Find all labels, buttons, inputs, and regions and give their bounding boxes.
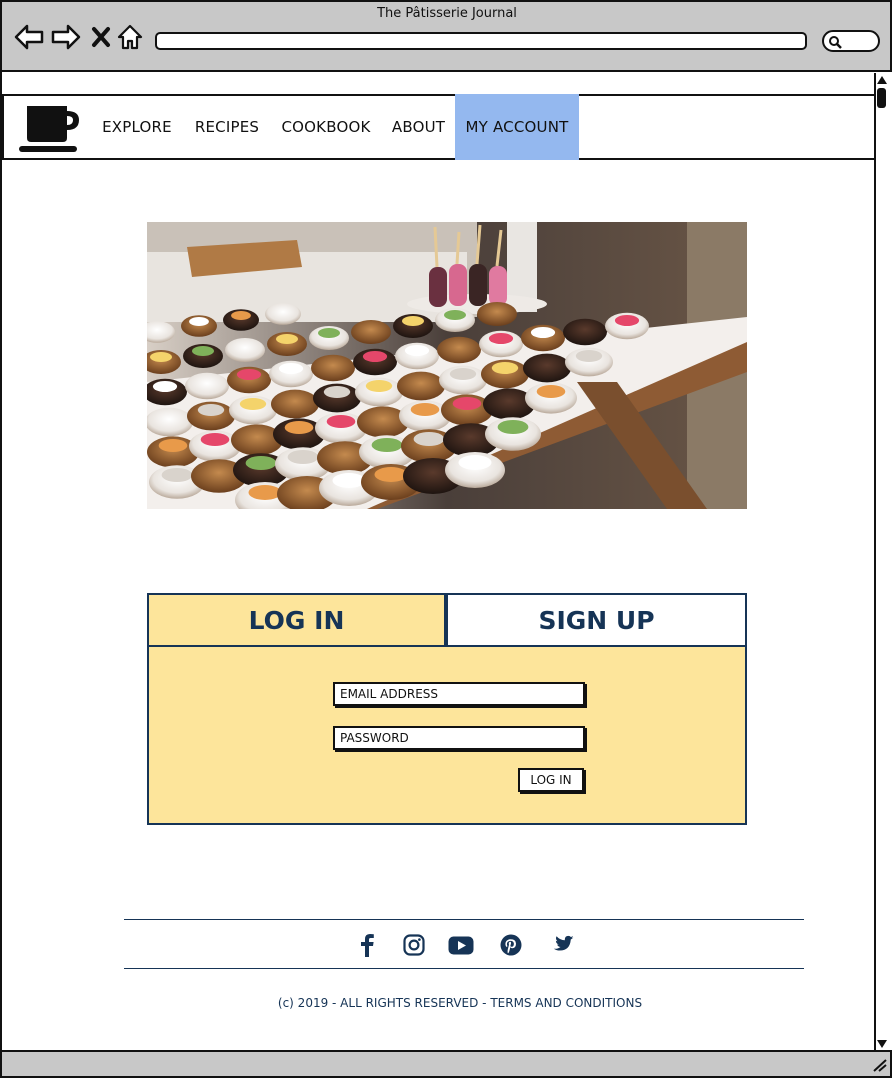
- window-title: The Pâtisserie Journal: [377, 6, 517, 21]
- footer-divider-bottom: [124, 968, 804, 969]
- log-in-button[interactable]: LOG IN: [518, 768, 584, 792]
- pinterest-icon[interactable]: [497, 931, 525, 959]
- facebook-icon[interactable]: [353, 931, 381, 959]
- youtube-icon[interactable]: [446, 931, 476, 959]
- arrow-right-icon: [51, 24, 81, 50]
- nav-item-my-account[interactable]: MY ACCOUNT: [455, 94, 579, 160]
- forward-button[interactable]: [51, 22, 81, 52]
- nav-item-about[interactable]: ABOUT: [386, 94, 451, 160]
- coffee-cup-icon[interactable]: [18, 104, 80, 154]
- back-button[interactable]: [14, 22, 44, 52]
- home-button[interactable]: [115, 22, 145, 52]
- footer-divider-top: [124, 919, 804, 920]
- nav-item-explore[interactable]: EXPLORE: [94, 94, 180, 160]
- address-bar[interactable]: [155, 32, 807, 50]
- window-frame: [0, 72, 2, 1052]
- twitter-icon[interactable]: [548, 931, 576, 959]
- footer-copyright[interactable]: (c) 2019 - ALL RIGHTS RESERVED - TERMS A…: [0, 996, 894, 1010]
- email-field[interactable]: EMAIL ADDRESS: [333, 682, 585, 706]
- scrollbar-thumb[interactable]: [877, 88, 886, 108]
- password-field[interactable]: PASSWORD: [333, 726, 585, 750]
- stop-button[interactable]: [86, 22, 116, 52]
- scroll-up-icon[interactable]: [876, 75, 888, 85]
- scroll-down-icon[interactable]: [876, 1039, 888, 1049]
- tab-log-in[interactable]: LOG IN: [147, 593, 446, 647]
- nav-item-recipes[interactable]: RECIPES: [186, 94, 268, 160]
- search-icon: [829, 36, 842, 49]
- nav-item-cookbook[interactable]: COOKBOOK: [275, 94, 377, 160]
- browser-status-bar: [0, 1050, 892, 1078]
- resize-handle-icon[interactable]: [872, 1058, 888, 1072]
- pastry-display-photo: [147, 222, 747, 509]
- home-icon: [117, 24, 143, 50]
- tab-sign-up[interactable]: SIGN UP: [446, 593, 747, 647]
- vertical-scrollbar[interactable]: [874, 73, 890, 1051]
- instagram-icon[interactable]: [400, 931, 428, 959]
- arrow-left-icon: [14, 24, 44, 50]
- browser-search-box[interactable]: [822, 30, 880, 52]
- close-icon: [92, 27, 110, 47]
